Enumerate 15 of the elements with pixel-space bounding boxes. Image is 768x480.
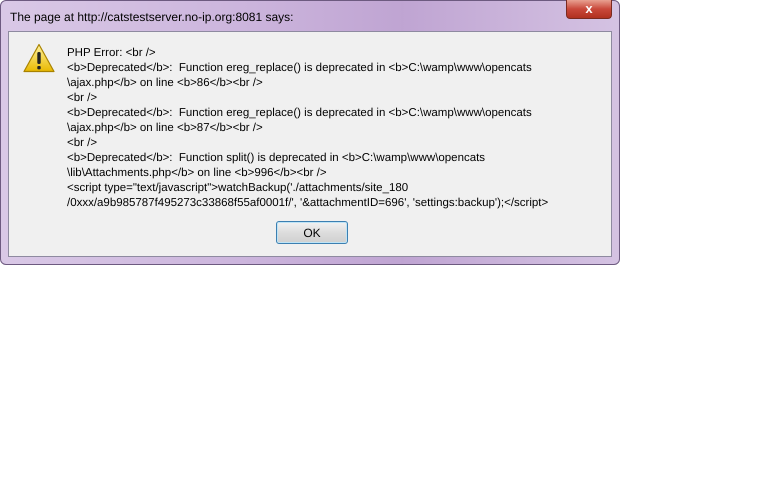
message-line: <b>Deprecated</b>: Function ereg_replace() is deprecated in <b>C:\wamp\www\opencats	[67, 106, 533, 121]
ok-button[interactable]: OK	[276, 221, 348, 244]
message-line: /0xxx/a9b985787f495273c33868f55af0001f/', '&attachmentID=696', 'settings:backup');</script>	[67, 196, 548, 211]
window-title: The page at http://catstestserver.no-ip.org:8081 says:	[10, 10, 294, 24]
close-button[interactable]: x	[566, 0, 612, 19]
message-line: <br />	[67, 91, 98, 106]
warning-icon	[23, 43, 55, 73]
message-line: \ajax.php</b> on line <b>86</b><br />	[67, 76, 264, 91]
message-line: <script type="text/javascript">watchBackup('./attachments/site_180	[67, 181, 410, 196]
message-line: PHP Error: <br />	[67, 46, 157, 61]
message-line: \lib\Attachments.php</b> on line <b>996</b><br />	[67, 166, 328, 181]
message-line: <b>Deprecated</b>: Function split() is deprecated in <b>C:\wamp\www\opencats	[67, 151, 486, 166]
message-line: \ajax.php</b> on line <b>87</b><br />	[67, 121, 264, 136]
message-line: <br />	[67, 136, 98, 151]
message-line: <b>Deprecated</b>: Function ereg_replace() is deprecated in <b>C:\wamp\www\opencats	[67, 61, 533, 76]
